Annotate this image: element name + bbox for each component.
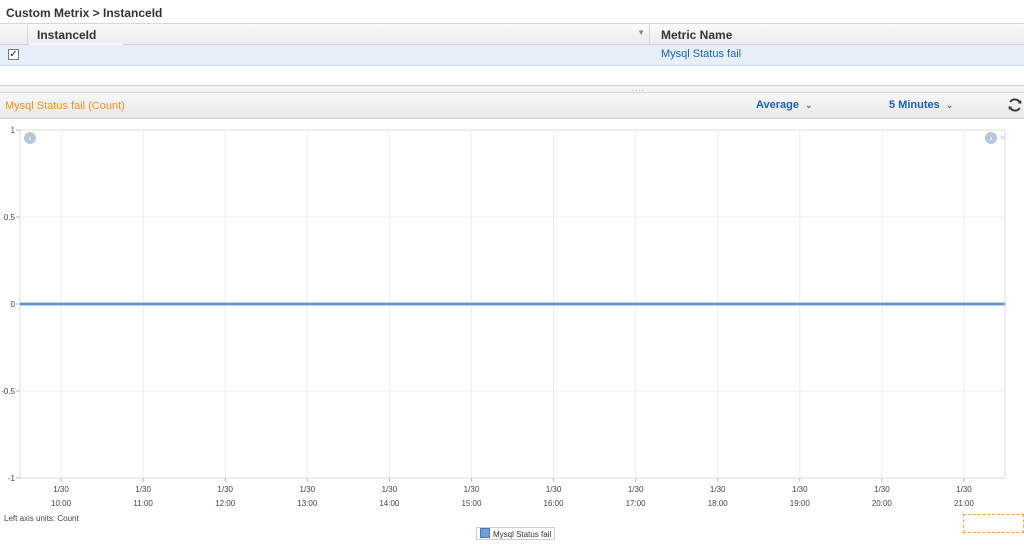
refresh-icon[interactable] <box>1007 95 1023 115</box>
x-tick-label-time: 16:00 <box>544 499 565 508</box>
x-tick-label-date: 1/30 <box>792 485 808 494</box>
column-header-metric-name-label: Metric Name <box>661 28 733 42</box>
x-tick-label-date: 1/30 <box>217 485 233 494</box>
line-chart[interactable]: 1 0.5 0 -0.5 -1 1/30 10:00 1/30 11:00 1/30 12:00 1/… <box>0 120 1024 548</box>
x-tick-label-time: 15:00 <box>461 499 482 508</box>
triangle-down-icon[interactable]: ▼ <box>637 28 645 37</box>
y-tick-label: 0 <box>11 300 16 309</box>
metric-name-link[interactable]: Mysql Status fail <box>661 48 741 60</box>
grid-header: InstanceId ▼ Metric Name <box>0 24 1024 45</box>
x-tick-label-time: 17:00 <box>626 499 647 508</box>
column-header-instanceid[interactable]: InstanceId ▼ <box>29 24 650 45</box>
period-dropdown[interactable]: 5 Minutes ⌄ <box>889 99 953 111</box>
double-chevron-right-icon[interactable]: » <box>1000 132 1005 142</box>
legend-swatch <box>480 528 490 538</box>
x-tick-label-time: 12:00 <box>215 499 236 508</box>
chart-toolbar: Mysql Status fail (Count) Average ⌄ 5 Min… <box>0 93 1024 119</box>
x-tick-label-time: 19:00 <box>790 499 811 508</box>
y-tick-label: -0.5 <box>1 387 15 396</box>
axis-units-label: Left axis units: Count <box>4 514 79 523</box>
x-tick-label-date: 1/30 <box>53 485 69 494</box>
x-tick-label-date: 1/30 <box>464 485 480 494</box>
x-tick-label-date: 1/30 <box>135 485 151 494</box>
arrow-right-circle-icon[interactable]: › <box>985 132 997 144</box>
grip-icon[interactable]: .... <box>632 85 645 93</box>
row-checkbox[interactable]: ✓ <box>8 49 19 60</box>
y-tick-label: -1 <box>8 474 16 483</box>
y-tick-label: 0.5 <box>4 213 16 222</box>
x-tick-label-date: 1/30 <box>300 485 316 494</box>
x-tick-label-time: 10:00 <box>51 499 72 508</box>
x-tick-label-date: 1/30 <box>628 485 644 494</box>
statistic-value: Average <box>756 99 800 111</box>
x-tick-label-date: 1/30 <box>874 485 890 494</box>
statistic-dropdown[interactable]: Average ⌄ <box>756 99 813 111</box>
x-tick-label-date: 1/30 <box>710 485 726 494</box>
y-tick-label: 1 <box>11 126 16 135</box>
zoom-selection-box[interactable] <box>963 514 1024 533</box>
chart-area: 1 0.5 0 -0.5 -1 1/30 10:00 1/30 11:00 1/30 12:00 1/… <box>0 120 1024 548</box>
column-header-metric-name[interactable]: Metric Name <box>651 24 1024 44</box>
x-tick-label-time: 14:00 <box>379 499 400 508</box>
chevron-down-icon[interactable]: ⌄ <box>805 100 813 110</box>
x-tick-label-date: 1/30 <box>546 485 562 494</box>
table-row[interactable]: ✓ Mysql Status fail <box>0 45 1024 66</box>
arrow-left-circle-icon[interactable]: ‹ <box>24 132 36 144</box>
x-tick-label-time: 11:00 <box>133 499 153 508</box>
column-header-instanceid-label: InstanceId <box>37 28 97 42</box>
chevron-down-icon[interactable]: ⌄ <box>946 100 954 110</box>
x-tick-label-time: 13:00 <box>297 499 318 508</box>
x-tick-label-date: 1/30 <box>382 485 398 494</box>
chart-title: Mysql Status fail (Count) <box>5 100 125 112</box>
panel-splitter[interactable]: .... <box>0 85 1024 93</box>
x-tick-label-time: 21:00 <box>954 499 975 508</box>
legend-label: Mysql Status fail <box>493 530 552 539</box>
x-tick-label-time: 20:00 <box>872 499 893 508</box>
x-tick-label-date: 1/30 <box>956 485 972 494</box>
period-value: 5 Minutes <box>889 99 940 111</box>
column-header-select <box>0 24 28 44</box>
x-tick-label-time: 18:00 <box>708 499 729 508</box>
breadcrumb: Custom Metrix > InstanceId <box>0 0 1024 24</box>
chart-legend[interactable]: Mysql Status fail <box>476 527 556 540</box>
